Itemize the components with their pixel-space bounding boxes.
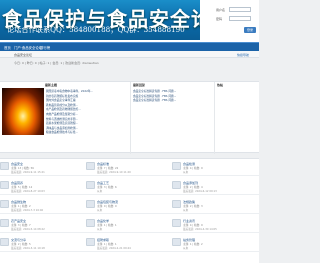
forum-board-list: 食品安全 主题: 13 | 帖数: 56 最后发表: 2024-9-11 15:21… xyxy=(0,158,259,263)
board-icon xyxy=(0,200,9,208)
forum-board[interactable]: 食品标准 主题: 7 | 帖数: 22 最后发表: 2024-9-10 11:20 xyxy=(86,159,172,176)
latest-threads-list: 我国禁毒中毒食物中毒事件，2022年... 新的农药残留标准发布实施 国内外食品… xyxy=(46,89,130,135)
board-last-post: 最后发表: 2024-7-3 16:40 xyxy=(11,209,44,212)
board-last-post: 最后发表: 2024-4-30 14:05 xyxy=(183,228,217,231)
list-item[interactable]: 粮油食品检测技术与标准... xyxy=(46,130,130,135)
forum-board[interactable]: 食品安全 主题: 13 | 帖数: 56 最后发表: 2024-9-11 15:21 xyxy=(0,159,86,176)
login-button[interactable]: 登录 xyxy=(243,27,256,33)
board-last-post: 最后发表: 2024-2-21 09:44 xyxy=(97,247,131,250)
forum-board[interactable]: 食品添加剂 主题: 2 | 帖数: 4 最后发表: 2024-6-12 09:13 xyxy=(172,178,258,195)
board-last-post: 从未 xyxy=(183,171,189,174)
forum-board[interactable]: 农产品安全 主题: 3 | 帖数: 7 最后发表: 2024-5-14 08:22 xyxy=(0,216,86,233)
forum-board[interactable]: 食品化学 主题: 1 | 帖数: 1 从未 xyxy=(86,216,172,233)
latest-replies-heading: 最新回复 xyxy=(133,83,146,87)
board-last-post: 从未 xyxy=(97,190,103,193)
board-last-post: 最后发表: 2024-8-27 10:03 xyxy=(11,190,45,193)
board-last-post: 从未 xyxy=(183,209,189,212)
forum-board[interactable]: 食品工艺 主题: 3 | 帖数: 6 从未 xyxy=(86,178,172,195)
hot-threads-heading: 热帖 xyxy=(217,83,224,87)
breadcrumb-bar: 食品安全论坛 快捷导航 xyxy=(0,51,259,58)
board-last-post: 最后发表: 2024-6-12 09:13 xyxy=(183,190,217,193)
column-divider xyxy=(130,82,131,154)
board-last-post: 最后发表: 2024-3-11 10:18 xyxy=(11,247,45,250)
site-header: 食品保护与食品安全论坛 论坛合作联系QQ：584800188；QQ群：35488… xyxy=(0,0,259,42)
site-banner[interactable]: 食品保护与食品安全论坛 论坛合作联系QQ：584800188；QQ群：35488… xyxy=(0,0,200,40)
nav-item-portal[interactable]: 门户·食品安全论坛 xyxy=(14,45,42,50)
featured-image[interactable] xyxy=(2,88,44,135)
board-icon xyxy=(0,181,9,189)
forum-row: 农产品安全 主题: 3 | 帖数: 7 最后发表: 2024-5-14 08:22 … xyxy=(0,216,259,233)
nav-item-home[interactable]: 首页 xyxy=(4,45,11,50)
board-icon xyxy=(86,200,95,208)
board-icon xyxy=(172,181,181,189)
list-item[interactable]: 食品安全标准解读专题 · FBS 问题... xyxy=(133,98,213,103)
board-icon xyxy=(172,200,181,208)
forum-board[interactable]: 食品包装与物流 主题: 0 | 帖数: 0 从未 xyxy=(86,197,172,214)
main-nav: 首页 门户·食品安全论坛 排行榜 xyxy=(0,42,259,51)
board-icon xyxy=(172,219,181,227)
forum-board[interactable]: 招聘求职 主题: 1 | 帖数: 1 最后发表: 2024-2-21 09:44 xyxy=(86,235,172,252)
forum-row: 食品营养 主题: 5 | 帖数: 12 最后发表: 2024-8-27 10:03 … xyxy=(0,178,259,195)
board-icon xyxy=(0,238,9,246)
board-icon xyxy=(86,162,95,170)
board-last-post: 最后发表: 2024-9-11 15:21 xyxy=(11,171,45,174)
forum-board[interactable]: 法规政策 主题: 2 | 帖数: 3 从未 xyxy=(172,197,258,214)
board-icon xyxy=(86,219,95,227)
board-icon xyxy=(172,162,181,170)
login-panel: 用户名 密码 登录 xyxy=(216,6,256,33)
quick-nav-link[interactable]: 快捷导航 xyxy=(237,53,249,57)
nav-item-ranking[interactable]: 排行榜 xyxy=(40,45,50,50)
username-label: 用户名 xyxy=(216,7,226,12)
board-icon xyxy=(0,219,9,227)
forum-row: 交流与分享 主题: 2 | 帖数: 5 最后发表: 2024-3-11 10:18 … xyxy=(0,235,259,252)
board-icon xyxy=(86,238,95,246)
portal-section: 最新主题 最新回复 热帖 我国禁毒中毒食物中毒事件，2022年... 新的农药残… xyxy=(0,81,259,154)
forum-board[interactable]: 交流与分享 主题: 2 | 帖数: 5 最后发表: 2024-3-11 10:18 xyxy=(0,235,86,252)
board-last-post: 从未 xyxy=(97,228,103,231)
latest-threads-heading: 最新主题 xyxy=(45,83,58,87)
board-icon xyxy=(172,238,181,246)
board-last-post: 最后发表: 2024-5-14 08:22 xyxy=(11,228,45,231)
board-icon xyxy=(86,181,95,189)
latest-replies-list: 食品安全标准解读专题 · FBS 问题... 食品安全标准解读专题 · FBS … xyxy=(133,89,213,103)
contact-info: 论坛合作联系QQ：584800188；QQ群：354888190 xyxy=(7,25,185,34)
password-label: 密码 xyxy=(216,16,223,21)
username-field[interactable] xyxy=(229,7,251,12)
column-divider xyxy=(214,82,215,154)
forum-row: 食品微生物 主题: 1 | 帖数: 2 最后发表: 2024-7-3 16:40 食… xyxy=(0,197,259,214)
forum-row: 食品安全 主题: 13 | 帖数: 56 最后发表: 2024-9-11 15:21… xyxy=(0,159,259,176)
forum-board[interactable]: 行业资讯 主题: 4 | 帖数: 9 最后发表: 2024-4-30 14:05 xyxy=(172,216,258,233)
board-last-post: 从未 xyxy=(97,209,103,212)
forum-board[interactable]: 食品营养 主题: 5 | 帖数: 12 最后发表: 2024-8-27 10:03 xyxy=(0,178,86,195)
forum-board[interactable]: 站务管理 主题: 1 | 帖数: 2 从未 xyxy=(172,235,258,252)
forum-stats: 今日: 0 | 昨日: 0 | 帖子: 1 | 会员: 1 | 欢迎新会员: d… xyxy=(14,61,99,65)
forum-board[interactable]: 食品检测 主题: 4 | 帖数: 9 从未 xyxy=(172,159,258,176)
forum-board[interactable]: 食品微生物 主题: 1 | 帖数: 2 最后发表: 2024-7-3 16:40 xyxy=(0,197,86,214)
password-field[interactable] xyxy=(229,16,251,21)
board-icon xyxy=(0,162,9,170)
breadcrumb[interactable]: 食品安全论坛 xyxy=(14,53,32,57)
board-last-post: 从未 xyxy=(183,247,189,250)
board-last-post: 最后发表: 2024-9-10 11:20 xyxy=(97,171,131,174)
